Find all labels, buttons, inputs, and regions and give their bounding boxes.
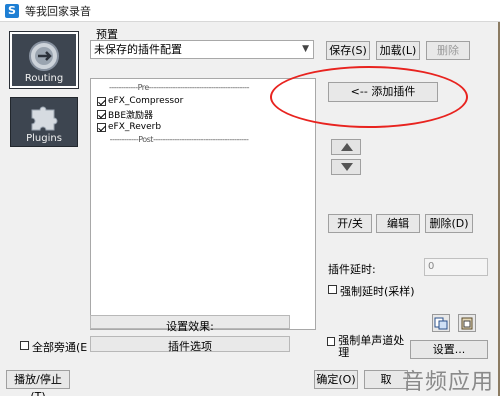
- plugin-name: BBE激励器: [108, 110, 154, 121]
- post-separator: ------------Post------------------------…: [109, 135, 249, 144]
- plugin-name: eFX_Compressor: [108, 96, 184, 106]
- force-mono-label: 强制单声道处理: [338, 334, 405, 359]
- move-up-button[interactable]: [331, 139, 361, 155]
- settings-button[interactable]: 设置...: [410, 340, 488, 359]
- force-latency-option[interactable]: 强制延时(采样): [328, 283, 415, 299]
- copy-icon-button[interactable]: [432, 314, 450, 332]
- watermark-text: 音频应用: [401, 370, 494, 395]
- highlight-ellipse: [270, 66, 468, 128]
- plugin-name: eFX_Reverb: [108, 122, 162, 132]
- plugin-enable-checkbox[interactable]: [97, 96, 106, 106]
- ok-button[interactable]: 确定(O): [314, 370, 358, 389]
- force-latency-label: 强制延时(采样): [340, 285, 415, 298]
- edit-button[interactable]: 编辑: [376, 214, 420, 233]
- copy-icon: [434, 317, 448, 330]
- puzzle-icon: [31, 106, 58, 131]
- toggle-button[interactable]: 开/关: [328, 214, 372, 233]
- bypass-all-option[interactable]: 全部旁通(E: [20, 339, 87, 355]
- paste-icon-button[interactable]: [458, 314, 476, 332]
- plugin-options-label: 插件选项: [168, 340, 212, 353]
- pre-separator: ------------Pre-------------------------…: [108, 83, 250, 92]
- settings-effect-label: 设置效果:: [166, 320, 214, 333]
- force-mono-checkbox[interactable]: [327, 337, 336, 346]
- nav-plugins-label: Plugins: [26, 133, 62, 144]
- plugin-enable-checkbox[interactable]: [97, 109, 106, 119]
- triangle-up-icon: [341, 143, 353, 151]
- load-button[interactable]: 加载(L): [376, 41, 420, 60]
- nav-routing-label: Routing: [24, 73, 64, 84]
- list-item[interactable]: eFX_Reverb: [97, 121, 161, 133]
- app-icon: S: [5, 3, 19, 18]
- delete-plugin-button[interactable]: 删除(D): [425, 214, 473, 233]
- preset-delete-button[interactable]: 删除: [426, 41, 470, 60]
- window-title: 等我回家录音: [25, 4, 91, 18]
- plugin-latency-field[interactable]: 0: [424, 258, 488, 276]
- plugin-chain-list[interactable]: ------------Pre-------------------------…: [90, 78, 316, 330]
- paste-icon: [461, 317, 473, 330]
- chevron-down-icon: ▼: [302, 44, 309, 54]
- preset-select[interactable]: 未保存的插件配置 ▼: [90, 40, 314, 59]
- bypass-all-label: 全部旁通(E: [32, 341, 88, 354]
- move-down-button[interactable]: [331, 159, 361, 175]
- force-mono-option[interactable]: 强制单声道处理: [327, 335, 407, 359]
- preset-selected-value: 未保存的插件配置: [94, 43, 182, 56]
- left-nav: Routing Plugins: [9, 31, 79, 156]
- play-stop-button[interactable]: 播放/停止(T): [6, 370, 70, 396]
- plugin-latency-label: 插件延时:: [328, 263, 376, 276]
- bypass-all-checkbox[interactable]: [20, 341, 29, 350]
- list-item[interactable]: BBE激励器: [97, 108, 154, 121]
- list-item[interactable]: eFX_Compressor: [97, 95, 183, 107]
- nav-routing[interactable]: Routing: [9, 31, 79, 89]
- title-bar: S 等我回家录音: [0, 0, 500, 22]
- save-button[interactable]: 保存(S): [326, 41, 370, 60]
- nav-plugins[interactable]: Plugins: [10, 97, 78, 147]
- plugin-enable-checkbox[interactable]: [97, 122, 106, 132]
- routing-icon: [29, 41, 59, 71]
- triangle-down-icon: [341, 163, 353, 171]
- force-latency-checkbox[interactable]: [328, 285, 337, 294]
- plugins-dialog: Routing Plugins 预置 未保存的插件配置 ▼ 保存(S) 加载(L…: [0, 22, 500, 396]
